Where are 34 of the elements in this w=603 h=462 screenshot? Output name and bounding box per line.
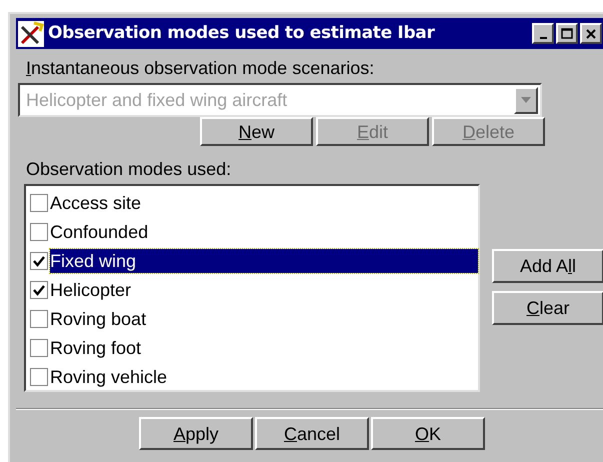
maximize-icon xyxy=(561,28,573,39)
dialog-button[interactable]: OK xyxy=(371,417,485,450)
tools-icon xyxy=(18,20,44,46)
list-item[interactable]: Access site xyxy=(50,190,478,214)
dialog-button[interactable]: Apply xyxy=(139,417,253,450)
checkbox[interactable] xyxy=(30,338,48,356)
list-item[interactable]: Roving vehicle xyxy=(50,364,478,388)
window-title: Observation modes used to estimate Ibar xyxy=(48,22,435,45)
list-item[interactable]: Helicopter xyxy=(50,278,478,302)
list-item[interactable]: Fixed wing xyxy=(50,248,478,272)
list-label: Observation modes used: xyxy=(26,158,232,180)
checked-checkbox[interactable] xyxy=(30,252,48,270)
dialog-button[interactable]: Cancel xyxy=(255,417,369,450)
maximize-button[interactable] xyxy=(556,23,578,44)
minimize-button[interactable] xyxy=(532,23,554,44)
list-item[interactable]: Roving foot xyxy=(50,336,478,360)
list-item[interactable]: Confounded xyxy=(50,220,478,244)
dialog-button[interactable]: New xyxy=(200,117,313,146)
checkbox[interactable] xyxy=(30,222,48,240)
minimize-icon xyxy=(540,36,546,38)
checkbox[interactable] xyxy=(30,310,48,328)
checkmark-icon xyxy=(33,254,45,266)
dropdown-value: Helicopter and fixed wing aircraft xyxy=(26,88,288,112)
dialog-button[interactable]: Clear xyxy=(492,291,603,325)
caret-icon xyxy=(521,97,531,103)
checked-checkbox[interactable] xyxy=(30,280,48,298)
checkbox[interactable] xyxy=(30,194,48,212)
close-icon xyxy=(586,28,596,38)
checkbox[interactable] xyxy=(30,368,48,386)
field-label: Instantaneous observation mode scenarios: xyxy=(26,57,376,79)
list-item[interactable]: Roving boat xyxy=(50,306,478,330)
checkmark-icon xyxy=(33,284,45,296)
close-button[interactable] xyxy=(580,23,602,44)
dialog-button[interactable]: Add All xyxy=(492,249,603,283)
